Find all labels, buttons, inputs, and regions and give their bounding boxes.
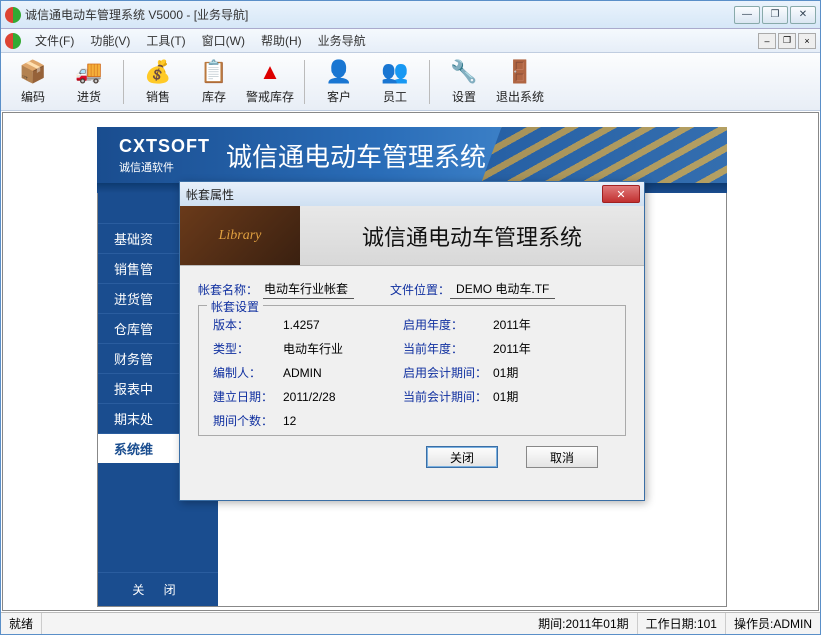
account-name-value: 电动车行业帐套 — [258, 280, 354, 299]
enable-year-value: 2011年 — [493, 316, 573, 333]
titlebar[interactable]: 诚信通电动车管理系统 V5000 - [业务导航] — ❐ ✕ — [1, 1, 820, 29]
mdi-close-button[interactable]: × — [798, 33, 816, 49]
enable-year-label: 启用年度： — [403, 316, 493, 333]
create-date-value: 2011/2/28 — [283, 390, 403, 404]
enable-period-label: 启用会计期间： — [403, 364, 493, 381]
main-window: 诚信通电动车管理系统 V5000 - [业务导航] — ❐ ✕ 文件(F) 功能… — [0, 0, 821, 635]
dialog-cancel-button[interactable]: 取消 — [526, 446, 598, 468]
app-icon — [5, 7, 21, 23]
truck-icon: 🚚 — [75, 58, 103, 86]
dialog-titlebar[interactable]: 帐套属性 ✕ — [180, 182, 644, 206]
toolbar-separator — [429, 60, 430, 104]
mdi-minimize-button[interactable]: – — [758, 33, 776, 49]
author-label: 编制人： — [213, 364, 283, 381]
toolbar-separator — [304, 60, 305, 104]
type-label: 类型： — [213, 340, 283, 357]
menu-file[interactable]: 文件(F) — [27, 29, 82, 52]
minimize-button[interactable]: — — [734, 6, 760, 24]
curr-period-label: 当前会计期间： — [403, 388, 493, 405]
tb-settings-button[interactable]: 🔧设置 — [436, 56, 492, 108]
author-value: ADMIN — [283, 366, 403, 380]
toolbar: 📦编码 🚚进货 💰销售 📋库存 ▲警戒库存 👤客户 👥员工 🔧设置 🚪退出系统 — [1, 53, 820, 111]
dialog-banner: Library 诚信通电动车管理系统 — [180, 206, 644, 266]
tb-staff-button[interactable]: 👥员工 — [367, 56, 423, 108]
period-count-value: 12 — [283, 414, 403, 428]
gear-icon: 🔧 — [450, 58, 478, 86]
curr-year-label: 当前年度： — [403, 340, 493, 357]
type-value: 电动车行业 — [283, 340, 403, 357]
dialog-close-action-button[interactable]: 关闭 — [426, 446, 498, 468]
account-settings-fieldset: 帐套设置 版本： 1.4257 启用年度： 2011年 类型： 电动车行业 当前… — [198, 305, 626, 436]
tb-purchase-button[interactable]: 🚚进货 — [61, 56, 117, 108]
enable-period-value: 01期 — [493, 364, 573, 381]
curr-period-value: 01期 — [493, 388, 573, 405]
tb-exit-button[interactable]: 🚪退出系统 — [492, 56, 548, 108]
dialog-body: 帐套名称： 电动车行业帐套 文件位置： DEMO 电动车.TF 帐套设置 版本：… — [180, 266, 644, 476]
fieldset-legend: 帐套设置 — [207, 298, 263, 315]
status-operator: 操作员:ADMIN — [726, 613, 820, 634]
window-title: 诚信通电动车管理系统 V5000 - [业务导航] — [25, 6, 734, 23]
statusbar: 就绪 期间:2011年01期 工作日期:101 操作员:ADMIN — [1, 612, 820, 634]
file-path-value: DEMO 电动车.TF — [450, 280, 555, 299]
dialog-title: 帐套属性 — [184, 186, 602, 203]
nav-logo: CXTSOFT — [119, 136, 210, 157]
account-properties-dialog: 帐套属性 ✕ Library 诚信通电动车管理系统 帐套名称： 电动车行业帐套 … — [179, 181, 645, 501]
banner-title: 诚信通电动车管理系统 — [300, 220, 644, 252]
nav-header: CXTSOFT 诚信通软件 诚信通电动车管理系统 — [97, 127, 727, 183]
version-label: 版本： — [213, 316, 283, 333]
nav-close-button[interactable]: 关 闭 — [98, 572, 218, 606]
period-count-label: 期间个数： — [213, 412, 283, 429]
file-path-label: 文件位置： — [390, 281, 450, 298]
nav-logo-sub: 诚信通软件 — [119, 159, 210, 175]
status-workday: 工作日期:101 — [638, 613, 726, 634]
curr-year-value: 2011年 — [493, 340, 573, 357]
staff-icon: 👥 — [381, 58, 409, 86]
toolbar-separator — [123, 60, 124, 104]
money-bag-icon: 💰 — [144, 58, 172, 86]
account-name-label: 帐套名称： — [198, 281, 258, 298]
status-ready: 就绪 — [1, 613, 42, 634]
tb-stock-button[interactable]: 📋库存 — [186, 56, 242, 108]
maximize-button[interactable]: ❐ — [762, 6, 788, 24]
customer-icon: 👤 — [325, 58, 353, 86]
mdi-restore-button[interactable]: ❐ — [778, 33, 796, 49]
tb-code-button[interactable]: 📦编码 — [5, 56, 61, 108]
create-date-label: 建立日期： — [213, 388, 283, 405]
menu-tools[interactable]: 工具(T) — [138, 29, 193, 52]
menu-help[interactable]: 帮助(H) — [253, 29, 310, 52]
tb-customer-button[interactable]: 👤客户 — [311, 56, 367, 108]
app-icon-small — [5, 33, 21, 49]
menu-nav[interactable]: 业务导航 — [310, 29, 374, 52]
close-button[interactable]: ✕ — [790, 6, 816, 24]
stock-icon: 📋 — [200, 58, 228, 86]
banner-image: Library — [180, 206, 300, 266]
menubar: 文件(F) 功能(V) 工具(T) 窗口(W) 帮助(H) 业务导航 – ❐ × — [1, 29, 820, 53]
warning-icon: ▲ — [256, 58, 284, 86]
dialog-close-button[interactable]: ✕ — [602, 185, 640, 203]
mdi-client: CXTSOFT 诚信通软件 诚信通电动车管理系统 基础资 销售管 进货管 仓库管… — [2, 112, 819, 611]
tb-warn-button[interactable]: ▲警戒库存 — [242, 56, 298, 108]
exit-icon: 🚪 — [506, 58, 534, 86]
tb-sales-button[interactable]: 💰销售 — [130, 56, 186, 108]
nav-title: 诚信通电动车管理系统 — [226, 137, 486, 174]
menu-window[interactable]: 窗口(W) — [194, 29, 253, 52]
version-value: 1.4257 — [283, 318, 403, 332]
box-icon: 📦 — [19, 58, 47, 86]
status-period: 期间:2011年01期 — [530, 613, 638, 634]
menu-func[interactable]: 功能(V) — [82, 29, 138, 52]
